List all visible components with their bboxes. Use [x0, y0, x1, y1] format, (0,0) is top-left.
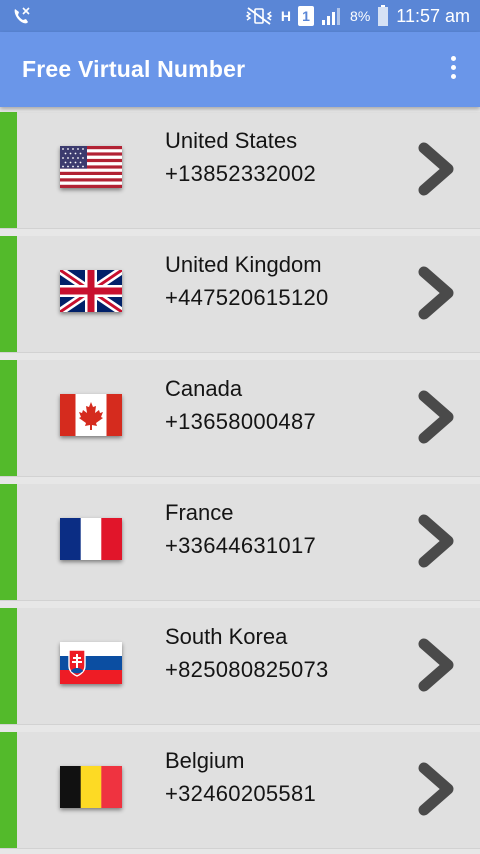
app-bar: Free Virtual Number	[0, 32, 480, 107]
chevron-right-icon[interactable]	[414, 264, 460, 322]
chevron-right-icon[interactable]	[414, 388, 460, 446]
belgium-flag-icon	[60, 766, 122, 808]
accent-bar	[0, 360, 17, 476]
accent-bar	[0, 112, 17, 228]
phone-number: +33644631017	[165, 533, 317, 558]
canada-flag-icon	[60, 394, 122, 436]
country-name: France	[165, 500, 234, 525]
phone-number: +32460205581	[165, 781, 317, 806]
list-item-france[interactable]: France +33644631017	[0, 484, 480, 601]
phone-number: +13658000487	[165, 409, 317, 434]
country-name: Canada	[165, 376, 243, 401]
mute-vibrate-icon	[245, 7, 273, 25]
chevron-right-icon[interactable]	[414, 512, 460, 570]
country-name: United Kingdom	[165, 252, 322, 277]
accent-bar	[0, 236, 17, 352]
chevron-right-icon[interactable]	[414, 636, 460, 694]
france-flag-icon	[60, 518, 122, 560]
accent-bar	[0, 608, 17, 724]
status-time: 11:57 am	[396, 5, 470, 26]
app-title: Free Virtual Number	[22, 56, 246, 82]
list-item-south-korea[interactable]: South Korea +825080825073	[0, 608, 480, 725]
list-item-united-kingdom[interactable]: United Kingdom +447520615120	[0, 236, 480, 353]
country-name: United States	[165, 128, 298, 153]
status-bar: H 1 8% 11:57 am	[0, 0, 480, 32]
accent-bar	[0, 484, 17, 600]
phone-number: +447520615120	[165, 285, 329, 310]
missed-call-icon	[14, 7, 30, 24]
phone-number: +825080825073	[165, 657, 329, 682]
country-name: Belgium	[165, 748, 245, 773]
list-item-united-states[interactable]: United States +13852332002	[0, 112, 480, 229]
slovakia-flag-icon	[60, 642, 122, 684]
accent-bar	[0, 732, 17, 848]
chevron-right-icon[interactable]	[414, 760, 460, 818]
chevron-right-icon[interactable]	[414, 140, 460, 198]
overflow-menu-icon[interactable]	[446, 56, 460, 84]
number-list: United States +13852332002 United Kingdo…	[0, 107, 480, 854]
uk-flag-icon	[60, 270, 122, 312]
battery-icon	[378, 5, 389, 26]
status-icons: H 1 8% 11:57 am	[244, 4, 470, 28]
signal-icon	[322, 8, 341, 25]
sim-slot-icon: 1	[298, 6, 315, 26]
battery-percent: 8%	[350, 8, 371, 24]
network-type-icon: H	[280, 8, 292, 24]
us-flag-icon	[60, 146, 122, 188]
list-item-canada[interactable]: Canada +13658000487	[0, 360, 480, 477]
list-item-belgium[interactable]: Belgium +32460205581	[0, 732, 480, 849]
phone-number: +13852332002	[165, 161, 317, 186]
country-name: South Korea	[165, 624, 288, 649]
